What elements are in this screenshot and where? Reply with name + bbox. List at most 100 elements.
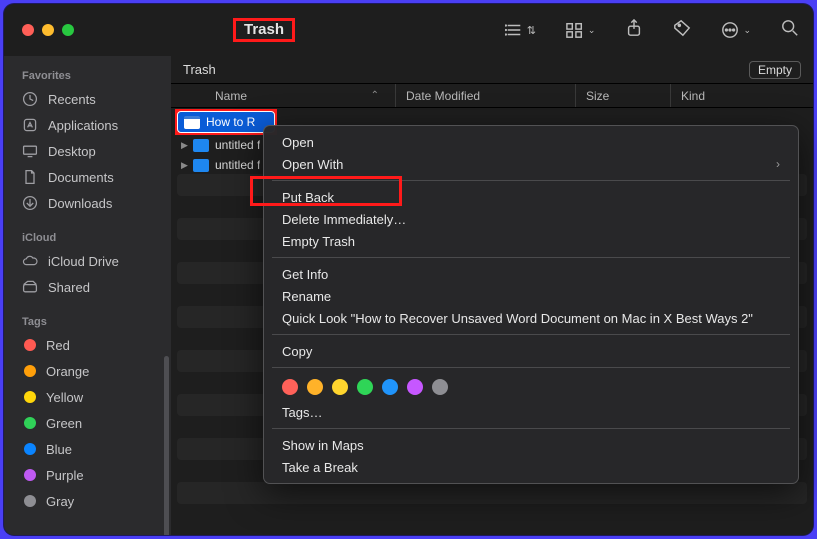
sidebar-item-documents[interactable]: Documents xyxy=(4,164,171,190)
menu-separator xyxy=(272,334,790,335)
sidebar-item-downloads[interactable]: Downloads xyxy=(4,190,171,216)
tag-dot-icon xyxy=(24,443,36,455)
menu-item-tags[interactable]: Tags… xyxy=(264,401,798,423)
sidebar-item-label: Yellow xyxy=(46,390,83,405)
tag-color-red[interactable] xyxy=(282,379,298,395)
menu-item-put-back[interactable]: Put Back xyxy=(264,186,798,208)
tag-color-purple[interactable] xyxy=(407,379,423,395)
tag-dot-icon xyxy=(24,365,36,377)
sort-ascending-icon: ⌃ xyxy=(371,90,379,101)
column-header-name[interactable]: Name⌃ xyxy=(171,84,396,107)
menu-item-rename[interactable]: Rename xyxy=(264,285,798,307)
group-button[interactable]: ⌄ xyxy=(566,21,596,39)
action-button[interactable]: ⌄ xyxy=(721,21,751,39)
context-menu: Open Open With› Put Back Delete Immediat… xyxy=(263,125,799,484)
tag-color-orange[interactable] xyxy=(307,379,323,395)
sidebar-item-label: Orange xyxy=(46,364,89,379)
menu-item-empty-trash[interactable]: Empty Trash xyxy=(264,230,798,252)
menu-item-copy[interactable]: Copy xyxy=(264,340,798,362)
sidebar-tag-blue[interactable]: Blue xyxy=(4,436,171,462)
sidebar-section-tags: Tags xyxy=(4,310,171,332)
doc-icon xyxy=(22,169,38,185)
column-header-kind[interactable]: Kind xyxy=(671,84,813,107)
folder-icon xyxy=(193,139,209,152)
sidebar-item-label: Desktop xyxy=(48,144,96,159)
tag-color-yellow[interactable] xyxy=(332,379,348,395)
file-name: untitled f xyxy=(215,138,260,152)
disclosure-triangle-icon[interactable]: ▶ xyxy=(181,160,193,171)
menu-separator xyxy=(272,180,790,181)
chevron-down-icon: ⌄ xyxy=(743,25,751,36)
sidebar-tag-green[interactable]: Green xyxy=(4,410,171,436)
search-button[interactable] xyxy=(781,19,799,42)
column-headers: Name⌃ Date Modified Size Kind xyxy=(171,84,813,108)
folder-icon xyxy=(193,159,209,172)
tag-color-blue[interactable] xyxy=(382,379,398,395)
tag-dot-icon xyxy=(24,469,36,481)
tag-dot-icon xyxy=(24,495,36,507)
nav-arrows xyxy=(193,20,215,40)
menu-item-delete-immediately[interactable]: Delete Immediately… xyxy=(264,208,798,230)
sidebar-item-desktop[interactable]: Desktop xyxy=(4,138,171,164)
sidebar-item-label: Documents xyxy=(48,170,114,185)
tag-dot-icon xyxy=(24,417,36,429)
menu-item-open[interactable]: Open xyxy=(264,131,798,153)
disclosure-triangle-icon[interactable]: ▶ xyxy=(181,140,193,151)
title-bar: Trash ⇅ ⌄ ⌄ xyxy=(4,4,813,56)
view-list-button[interactable]: ⇅ xyxy=(505,21,536,39)
sidebar-section-favorites: Favorites xyxy=(4,64,171,86)
menu-separator xyxy=(272,428,790,429)
sidebar-item-applications[interactable]: Applications xyxy=(4,112,171,138)
sidebar-item-label: iCloud Drive xyxy=(48,254,119,269)
sidebar-item-label: Red xyxy=(46,338,70,353)
fullscreen-window-button[interactable] xyxy=(62,24,74,36)
shared-icon xyxy=(22,279,38,295)
sidebar-tag-orange[interactable]: Orange xyxy=(4,358,171,384)
file-row-selected-highlight: How to R xyxy=(175,109,277,135)
sidebar-item-shared[interactable]: Shared xyxy=(4,274,171,300)
column-header-date[interactable]: Date Modified xyxy=(396,84,576,107)
menu-item-quick-look[interactable]: Quick Look "How to Recover Unsaved Word … xyxy=(264,307,798,329)
menu-separator xyxy=(272,367,790,368)
tag-dot-icon xyxy=(24,339,36,351)
sidebar-item-label: Downloads xyxy=(48,196,112,211)
menu-item-open-with[interactable]: Open With› xyxy=(264,153,798,175)
tag-dot-icon xyxy=(24,391,36,403)
sidebar-item-label: Purple xyxy=(46,468,84,483)
empty-trash-button[interactable]: Empty xyxy=(749,61,801,79)
menu-item-show-in-maps[interactable]: Show in Maps xyxy=(264,434,798,456)
tag-color-green[interactable] xyxy=(357,379,373,395)
sidebar-tag-purple[interactable]: Purple xyxy=(4,462,171,488)
menu-item-take-a-break[interactable]: Take a Break xyxy=(264,456,798,478)
minimize-window-button[interactable] xyxy=(42,24,54,36)
sidebar-item-label: Applications xyxy=(48,118,118,133)
file-name: How to R xyxy=(206,115,255,129)
file-name: untitled f xyxy=(215,158,260,172)
traffic-lights xyxy=(4,24,171,36)
chevron-updown-icon: ⇅ xyxy=(527,24,536,37)
menu-separator xyxy=(272,257,790,258)
tag-color-gray[interactable] xyxy=(432,379,448,395)
desktop-icon xyxy=(22,143,38,159)
close-window-button[interactable] xyxy=(22,24,34,36)
sidebar-item-label: Shared xyxy=(48,280,90,295)
menu-item-get-info[interactable]: Get Info xyxy=(264,263,798,285)
sidebar-item-recents[interactable]: Recents xyxy=(4,86,171,112)
path-bar: Trash Empty xyxy=(171,56,813,84)
chevron-right-icon: › xyxy=(776,157,780,171)
share-button[interactable] xyxy=(625,19,643,42)
sidebar-item-icloud-drive[interactable]: iCloud Drive xyxy=(4,248,171,274)
sidebar-scrollbar[interactable] xyxy=(164,356,169,535)
sidebar-item-label: Gray xyxy=(46,494,74,509)
sidebar-item-label: Blue xyxy=(46,442,72,457)
sidebar-tag-gray[interactable]: Gray xyxy=(4,488,171,514)
download-icon xyxy=(22,195,38,211)
column-header-size[interactable]: Size xyxy=(576,84,671,107)
app-icon xyxy=(22,117,38,133)
sidebar-tag-yellow[interactable]: Yellow xyxy=(4,384,171,410)
tags-button[interactable] xyxy=(673,19,691,42)
menu-tag-colors xyxy=(264,373,798,401)
sidebar-tag-red[interactable]: Red xyxy=(4,332,171,358)
chevron-down-icon: ⌄ xyxy=(588,25,596,36)
file-row[interactable]: How to R xyxy=(178,112,274,132)
